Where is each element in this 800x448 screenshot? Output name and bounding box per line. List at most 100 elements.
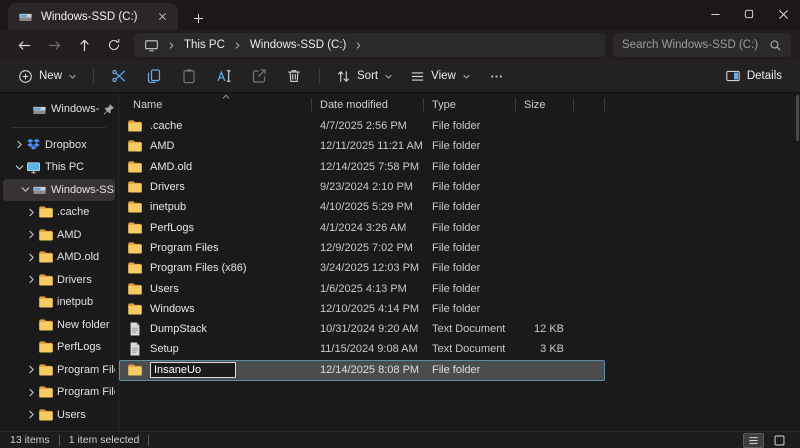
this-pc-icon [144, 38, 159, 53]
sidebar-item-this-pc[interactable]: This PC [3, 156, 115, 179]
sidebar-item-perflogs[interactable]: PerfLogs [3, 336, 115, 359]
file-row-users[interactable]: Users1/6/2025 4:13 PMFile folder [119, 278, 800, 298]
sidebar-item-drivers[interactable]: Drivers [3, 269, 115, 292]
search-icon[interactable] [769, 39, 782, 52]
rename-button[interactable] [207, 63, 241, 89]
window-controls [698, 0, 800, 28]
file-date-cell: 11/15/2024 9:08 AM [312, 343, 424, 355]
delete-button[interactable] [277, 63, 311, 89]
tab-windows-ssd[interactable]: Windows-SSD (C:) [8, 3, 178, 30]
file-row-windows[interactable]: Windows12/10/2025 4:14 PMFile folder [119, 299, 800, 319]
sidebar-item-users[interactable]: Users [3, 404, 115, 427]
maximize-button[interactable] [732, 0, 766, 28]
file-row-program-files-x86[interactable]: Program Files (x86)3/24/2025 12:03 PMFil… [119, 258, 800, 278]
back-button[interactable] [9, 32, 39, 58]
up-button[interactable] [69, 32, 99, 58]
file-name-label: inetpub [150, 201, 186, 213]
new-button[interactable]: New [10, 63, 85, 89]
details-pane-button[interactable]: Details [717, 63, 790, 89]
file-row-dumpstack[interactable]: DumpStack10/31/2024 9:20 AMText Document… [119, 319, 800, 339]
sidebar-item-amd-old[interactable]: AMD.old [3, 246, 115, 269]
tree-chevron-icon[interactable] [24, 229, 38, 240]
details-button-label: Details [747, 70, 782, 82]
tree-chevron-icon[interactable] [24, 252, 38, 263]
sidebar-item-windows-ssi[interactable]: Windows-SSI [3, 98, 115, 121]
file-row-perflogs[interactable]: PerfLogs4/1/2024 3:26 AMFile folder [119, 217, 800, 237]
sidebar-item-inetpub[interactable]: inetpub [3, 291, 115, 314]
toolbar-separator [319, 68, 320, 84]
column-header-size[interactable]: Size [516, 94, 574, 116]
item-count: 13 items [10, 434, 50, 446]
refresh-button[interactable] [99, 32, 129, 58]
new-tab-button[interactable] [185, 6, 211, 30]
file-name-cell: PerfLogs [119, 220, 312, 236]
new-button-label: New [39, 70, 62, 82]
tree-chevron-icon[interactable] [24, 274, 38, 285]
sidebar-item-label: Windows-SSD [51, 184, 115, 196]
tree-chevron-icon[interactable] [12, 162, 26, 173]
large-icons-view-toggle[interactable] [769, 433, 790, 448]
tree-chevron-icon[interactable] [24, 409, 38, 420]
sidebar-item-dropbox[interactable]: Dropbox [3, 134, 115, 157]
file-row-setup[interactable]: Setup11/15/2024 9:08 AMText Document3 KB [119, 339, 800, 359]
tree-chevron-icon[interactable] [12, 139, 26, 150]
file-row-program-files[interactable]: Program Files12/9/2025 7:02 PMFile folde… [119, 238, 800, 258]
sidebar-item-program-files-x86[interactable]: Program Files (x86) [3, 381, 115, 404]
file-row-amd-old[interactable]: AMD.old12/14/2025 7:58 PMFile folder [119, 157, 800, 177]
file-name-cell: inetpub [119, 199, 312, 215]
sidebar-item-label: PerfLogs [57, 341, 101, 353]
sidebar-item-program-files[interactable]: Program Files [3, 359, 115, 382]
paste-button[interactable] [172, 63, 206, 89]
share-button[interactable] [242, 63, 276, 89]
file-name-label: PerfLogs [150, 222, 194, 234]
see-more-button[interactable] [480, 63, 513, 89]
tree-chevron-icon[interactable] [24, 364, 38, 375]
tree-chevron-icon[interactable] [24, 207, 38, 218]
column-header-name[interactable]: Name [119, 94, 312, 116]
titlebar: Windows-SSD (C:) [0, 0, 800, 30]
forward-button[interactable] [39, 32, 69, 58]
file-date-cell: 12/14/2025 7:58 PM [312, 161, 424, 173]
file-row-cache[interactable]: .cache4/7/2025 2:56 PMFile folder [119, 116, 800, 136]
folder-icon [38, 317, 57, 333]
column-header-type[interactable]: Type [424, 94, 516, 116]
file-row-amd[interactable]: AMD12/11/2025 11:21 AMFile folder [119, 136, 800, 156]
file-name-cell [119, 362, 312, 378]
folder-icon [38, 294, 57, 310]
file-name-label: Users [150, 283, 179, 295]
sidebar-item-amd[interactable]: AMD [3, 224, 115, 247]
file-list: .cache4/7/2025 2:56 PMFile folderAMD12/1… [119, 116, 800, 431]
file-type-cell: File folder [424, 364, 516, 376]
search-box[interactable]: Search Windows-SSD (C:) [613, 33, 791, 57]
breadcrumb-windows-ssd[interactable]: Windows-SSD (C:) [250, 39, 346, 51]
drive-icon [32, 182, 51, 197]
file-row-inetpub[interactable]: inetpub4/10/2025 5:29 PMFile folder [119, 197, 800, 217]
breadcrumb-chevron-icon[interactable] [167, 41, 176, 50]
breadcrumb-chevron-icon[interactable] [354, 41, 363, 50]
minimize-button[interactable] [698, 0, 732, 28]
tree-chevron-icon[interactable] [18, 184, 32, 195]
file-row-drivers[interactable]: Drivers9/23/2024 2:10 PMFile folder [119, 177, 800, 197]
close-button[interactable] [766, 0, 800, 28]
drive-icon [32, 102, 51, 117]
copy-button[interactable] [137, 63, 171, 89]
cut-button[interactable] [102, 63, 136, 89]
sort-button[interactable]: Sort [328, 63, 401, 89]
status-divider [148, 435, 149, 446]
view-button[interactable]: View [402, 63, 479, 89]
address-bar[interactable]: This PC Windows-SSD (C:) [134, 33, 605, 57]
folder-icon [38, 227, 57, 243]
tree-chevron-icon[interactable] [24, 387, 38, 398]
sidebar-item-new-folder[interactable]: New folder [3, 314, 115, 337]
rename-input[interactable] [150, 362, 236, 378]
file-row-insaneuo[interactable]: 12/14/2025 8:08 PMFile folder [119, 360, 605, 381]
file-name-cell: Program Files [119, 240, 312, 256]
sidebar-item-windows-ssd[interactable]: Windows-SSD [3, 179, 115, 202]
breadcrumb-chevron-icon[interactable] [233, 41, 242, 50]
breadcrumb-this-pc[interactable]: This PC [184, 39, 225, 51]
sidebar-item-cache[interactable]: .cache [3, 201, 115, 224]
details-view-toggle[interactable] [743, 433, 764, 448]
file-type-cell: Text Document [424, 343, 516, 355]
tab-close-icon[interactable] [154, 8, 171, 25]
column-header-date-modified[interactable]: Date modified [312, 94, 424, 116]
